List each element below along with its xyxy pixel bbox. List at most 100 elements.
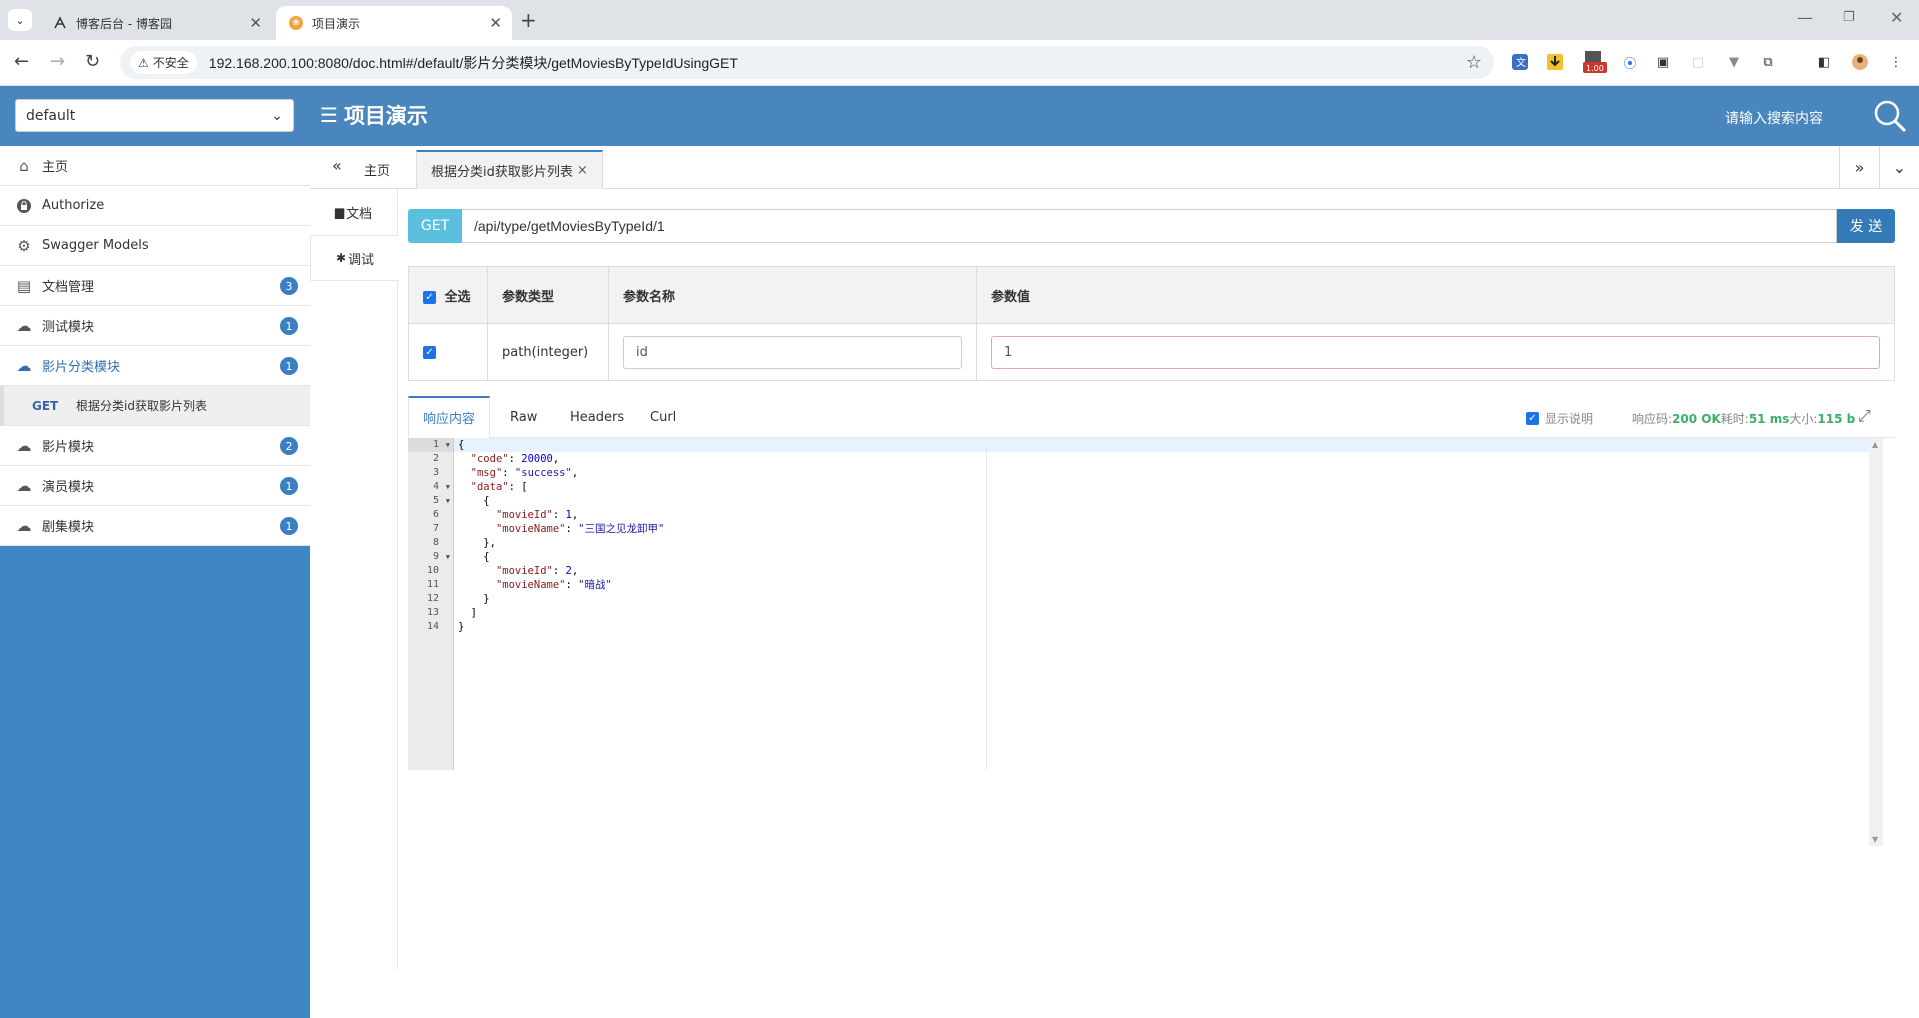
puzzle-extensions-icon[interactable]: ⧉: [1758, 52, 1778, 72]
tab-response-content[interactable]: 响应内容: [408, 396, 491, 438]
download-extension-icon[interactable]: [1545, 52, 1565, 72]
sidebar-item-authorize[interactable]: Authorize: [0, 186, 310, 226]
browser-menu-icon[interactable]: ⋮: [1886, 52, 1906, 72]
http-method-badge: GET: [408, 209, 462, 243]
code-line: },: [458, 537, 496, 549]
bookmark-star-icon[interactable]: ☆: [1466, 52, 1482, 73]
scroll-tabs-left-icon[interactable]: «: [332, 156, 342, 175]
select-all-checkbox[interactable]: ✓: [423, 290, 436, 304]
gamepad-extension-icon[interactable]: ▣: [1653, 52, 1673, 72]
translate-extension-icon[interactable]: 文: [1510, 52, 1530, 72]
sidebar-item-swagger-models[interactable]: ⚙ Swagger Models: [0, 226, 310, 266]
app-header: default ⌄ ☰ 项目演示 请输入搜索内容: [0, 86, 1919, 146]
models-icon: ⚙: [17, 236, 31, 255]
tab-search-button[interactable]: ⌄: [8, 9, 32, 31]
tabs-menu-icon[interactable]: ⌄: [1879, 146, 1919, 189]
code-line: "msg": "success",: [470, 467, 579, 479]
show-description-checkbox[interactable]: ✓: [1526, 412, 1539, 425]
count-badge: 1: [280, 317, 298, 335]
fold-arrow-icon: ▼: [445, 553, 450, 561]
tab-curl[interactable]: Curl: [636, 396, 690, 438]
code-line: "code": 20000,: [470, 453, 560, 465]
sidebar-item-home[interactable]: ⌂ 主页: [0, 146, 310, 186]
tab-raw[interactable]: Raw: [496, 396, 551, 438]
menu-toggle-icon[interactable]: ☰: [320, 103, 338, 127]
sidebar-item-test-module[interactable]: ☁ 测试模块 1: [0, 306, 310, 346]
response-editor[interactable]: 1 ▼ 2 3 4 ▼ 5 ▼ 6 7 8 9 ▼ 10 11 12 13 14 { "…: [408, 438, 1883, 770]
blog-favicon-icon: [52, 15, 68, 31]
sidebar-item-movie-category-module[interactable]: ☁ 影片分类模块 1: [0, 346, 310, 386]
editor-scrollbar[interactable]: ▲ ▼: [1869, 438, 1883, 846]
sidebar-subitem-get-movies-by-type[interactable]: GET 根据分类id获取影片列表: [0, 386, 310, 426]
sidebar-item-doc-management[interactable]: ▤ 文档管理 3: [0, 266, 310, 306]
response-json: { "code": 20000, "msg": "success", "data…: [458, 438, 664, 634]
column-header: 参数值: [976, 266, 1895, 324]
tab-headers[interactable]: Headers: [556, 396, 638, 438]
app-title[interactable]: ☰ 项目演示: [320, 100, 428, 130]
param-name-input[interactable]: id: [623, 335, 962, 369]
browser-tabstrip: ⌄ 博客后台 - 博客园 ✕ ❀ 项目演示 ✕ + — ❐ ✕: [0, 0, 1919, 40]
status-code: 200 OK: [1672, 411, 1721, 426]
group-select[interactable]: default ⌄: [15, 99, 294, 132]
api-label: 根据分类id获取影片列表: [76, 399, 207, 413]
code-line: {: [458, 551, 490, 563]
sidebar-item-actor-module[interactable]: ☁ 演员模块 1: [0, 466, 310, 506]
show-description-toggle[interactable]: ✓ 显示说明: [1526, 410, 1593, 427]
code-line: {: [458, 439, 465, 451]
search-input[interactable]: 请输入搜索内容: [1725, 108, 1823, 128]
side-panel-icon[interactable]: ◧: [1814, 52, 1834, 72]
code-line: "movieId": 1,: [495, 509, 579, 521]
code-line: "data": [: [470, 481, 528, 493]
param-value-input[interactable]: 1: [991, 335, 1880, 369]
close-tab-icon[interactable]: ✕: [489, 14, 502, 32]
content-tabs-bar: « 主页 根据分类id获取影片列表 × » ⌄: [310, 146, 1919, 189]
security-indicator[interactable]: ⚠ 不安全: [130, 51, 197, 74]
browser-tab-title: 博客后台 - 博客园: [76, 16, 172, 31]
wifi-extension-icon[interactable]: ⦿: [1620, 52, 1640, 72]
nav-doc[interactable]: ▆ 文档: [310, 189, 397, 235]
response-time: 51 ms: [1748, 411, 1790, 426]
fullscreen-icon[interactable]: ⤢: [1858, 406, 1871, 426]
response-tabs: 响应内容 Raw Headers Curl ✓ 显示说明 响应码: 200 OK 耗…: [408, 396, 1895, 438]
close-tab-icon[interactable]: ×: [577, 163, 588, 178]
scroll-tabs-right-icon[interactable]: »: [1839, 146, 1879, 189]
request-url-input[interactable]: /api/type/getMoviesByTypeId/1: [462, 209, 1837, 243]
forward-icon[interactable]: →: [50, 51, 65, 72]
window-close-icon[interactable]: ✕: [1890, 8, 1903, 27]
select-all-cell[interactable]: ✓ 全选: [408, 266, 488, 324]
code-line: {: [458, 495, 490, 507]
restore-icon[interactable]: ❐: [1843, 10, 1855, 25]
reload-icon[interactable]: ↻: [85, 51, 100, 72]
params-table: ✓ 全选 参数类型 参数名称 参数值 ✓ path(integer) id 1: [408, 266, 1895, 381]
address-bar[interactable]: ⚠ 不安全 192.168.200.100:8080/doc.html#/def…: [120, 46, 1494, 79]
video-speed-extension-icon[interactable]: 1.00: [1580, 51, 1610, 73]
back-icon[interactable]: ←: [14, 51, 29, 72]
code-line: }: [458, 621, 465, 633]
code-line: "movieId": 2,: [495, 565, 579, 577]
fold-arrow-icon: ▼: [445, 497, 450, 505]
send-button[interactable]: 发 送: [1837, 209, 1895, 243]
cloud-icon: ☁: [16, 516, 32, 535]
search-icon[interactable]: [1872, 98, 1908, 134]
minimize-icon[interactable]: —: [1797, 8, 1813, 27]
count-badge: 1: [280, 477, 298, 495]
tab-home[interactable]: 主页: [350, 150, 404, 189]
row-checkbox[interactable]: ✓: [423, 345, 436, 359]
vue-extension-icon[interactable]: ▼: [1724, 52, 1744, 72]
new-tab-button[interactable]: +: [520, 8, 537, 32]
line-number-gutter: 1 ▼ 2 3 4 ▼ 5 ▼ 6 7 8 9 ▼ 10 11 12 13 14: [408, 438, 454, 770]
close-tab-icon[interactable]: ✕: [249, 14, 262, 32]
table-header-row: ✓ 全选 参数类型 参数名称 参数值: [408, 266, 1895, 324]
blank-extension-icon[interactable]: ▢: [1688, 52, 1708, 72]
profile-avatar[interactable]: [1850, 52, 1870, 72]
svg-text:1.00: 1.00: [1586, 64, 1604, 73]
project-favicon-icon: ❀: [288, 15, 304, 31]
sidebar-item-episode-module[interactable]: ☁ 剧集模块 1: [0, 506, 310, 546]
browser-tab-project[interactable]: ❀ 项目演示 ✕: [276, 6, 512, 40]
lock-icon: [14, 198, 34, 214]
sidebar-item-movie-module[interactable]: ☁ 影片模块 2: [0, 426, 310, 466]
sidebar: ⌂ 主页 Authorize ⚙ Swagger Models ▤ 文档管理 3…: [0, 146, 310, 1018]
nav-debug[interactable]: ✱ 调试: [310, 235, 399, 281]
browser-tab-blog[interactable]: 博客后台 - 博客园 ✕: [40, 6, 272, 40]
tab-get-movies-by-type[interactable]: 根据分类id获取影片列表 ×: [416, 150, 603, 189]
